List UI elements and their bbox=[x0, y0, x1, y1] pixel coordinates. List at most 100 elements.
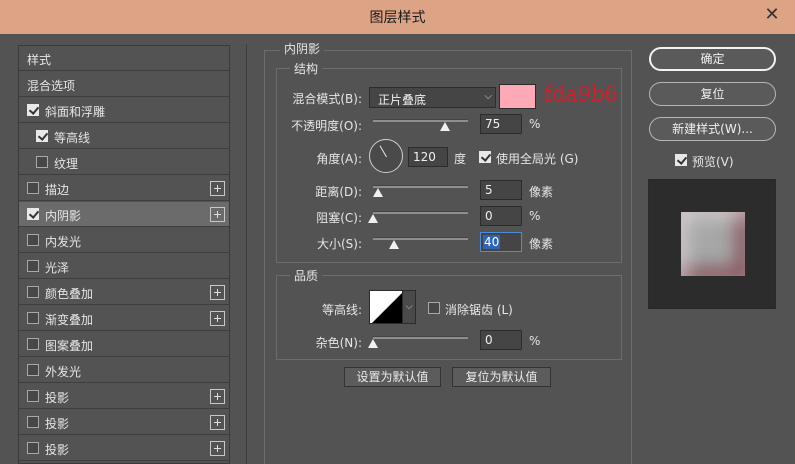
style-item-satin[interactable]: 光泽 bbox=[19, 254, 229, 279]
section-title: 内阴影 bbox=[280, 40, 325, 57]
noise-slider[interactable] bbox=[373, 336, 468, 339]
style-item-drop-shadow[interactable]: 投影 bbox=[19, 436, 229, 461]
noise-label: 杂色(N): bbox=[315, 336, 362, 350]
style-item-bevel-emboss[interactable]: 斜面和浮雕 bbox=[19, 98, 229, 123]
contour-dropdown[interactable]: ⌵ bbox=[402, 290, 416, 324]
chevron-down-icon: ⌵ bbox=[484, 91, 492, 102]
style-item-label: 描边 bbox=[45, 183, 70, 197]
bevel-emboss-checkbox[interactable] bbox=[27, 104, 39, 116]
panel-divider bbox=[246, 44, 247, 464]
add-color-overlay-icon[interactable] bbox=[210, 285, 225, 300]
style-item-label: 斜面和浮雕 bbox=[45, 105, 106, 119]
chevron-down-icon: ⌵ bbox=[405, 302, 413, 312]
size-slider[interactable] bbox=[373, 237, 468, 240]
choke-input[interactable]: 0 bbox=[480, 206, 522, 226]
contour-label: 等高线: bbox=[321, 303, 362, 317]
outer-glow-checkbox[interactable] bbox=[27, 364, 39, 376]
style-item-label: 投影 bbox=[45, 391, 70, 405]
style-item-inner-glow[interactable]: 内发光 bbox=[19, 228, 229, 253]
style-item-label: 等高线 bbox=[54, 131, 91, 145]
angle-input[interactable]: 120 bbox=[408, 147, 448, 167]
style-item-contour[interactable]: 等高线 bbox=[19, 124, 229, 149]
style-item-gradient-overlay[interactable]: 渐变叠加 bbox=[19, 306, 229, 331]
angle-dial[interactable] bbox=[369, 139, 403, 173]
drop-shadow-checkbox[interactable] bbox=[27, 442, 39, 454]
add-drop-shadow-icon[interactable] bbox=[210, 389, 225, 404]
style-item-drop-shadow[interactable]: 投影 bbox=[19, 384, 229, 409]
size-unit: 像素 bbox=[529, 237, 554, 251]
reset-button[interactable]: 复位 bbox=[649, 82, 776, 106]
choke-slider-thumb[interactable] bbox=[368, 214, 378, 223]
new-style-button[interactable]: 新建样式(W)... bbox=[649, 117, 776, 141]
pattern-overlay-checkbox[interactable] bbox=[27, 338, 39, 350]
gradient-overlay-checkbox[interactable] bbox=[27, 312, 39, 324]
preview-checkbox[interactable] bbox=[675, 154, 687, 166]
style-item-label: 内阴影 bbox=[45, 209, 82, 223]
style-preview bbox=[648, 179, 776, 309]
size-slider-thumb[interactable] bbox=[389, 240, 399, 249]
drop-shadow-checkbox[interactable] bbox=[27, 390, 39, 402]
inner-shadow-checkbox[interactable] bbox=[27, 208, 39, 220]
add-drop-shadow-icon[interactable] bbox=[210, 441, 225, 456]
noise-value: 0 bbox=[485, 333, 493, 347]
reset-default-button[interactable]: 复位为默认值 bbox=[452, 367, 551, 387]
quality-title: 品质 bbox=[290, 267, 323, 284]
style-item-label: 投影 bbox=[45, 443, 70, 457]
preview-label: 预览(V) bbox=[692, 155, 734, 169]
style-item-label: 外发光 bbox=[45, 365, 82, 379]
style-item-label: 渐变叠加 bbox=[45, 313, 94, 327]
style-item-texture[interactable]: 纹理 bbox=[19, 150, 229, 175]
blend-options-item[interactable]: 混合选项 bbox=[19, 72, 229, 97]
stroke-checkbox[interactable] bbox=[27, 182, 39, 194]
global-light-checkbox[interactable] bbox=[479, 151, 491, 163]
shadow-color-swatch[interactable] bbox=[499, 84, 536, 109]
distance-slider-thumb[interactable] bbox=[373, 188, 383, 197]
choke-slider[interactable] bbox=[373, 211, 468, 214]
opacity-unit: % bbox=[529, 117, 541, 131]
add-drop-shadow-icon[interactable] bbox=[210, 415, 225, 430]
style-item-pattern-overlay[interactable]: 图案叠加 bbox=[19, 332, 229, 357]
texture-checkbox[interactable] bbox=[36, 156, 48, 168]
distance-slider[interactable] bbox=[373, 185, 468, 188]
noise-input[interactable]: 0 bbox=[480, 330, 522, 350]
opacity-slider[interactable] bbox=[373, 119, 468, 122]
choke-unit: % bbox=[529, 209, 541, 223]
inner-glow-checkbox[interactable] bbox=[27, 234, 39, 246]
choke-label: 阻塞(C): bbox=[316, 211, 362, 225]
style-item-outer-glow[interactable]: 外发光 bbox=[19, 358, 229, 383]
blend-mode-label: 混合模式(B): bbox=[292, 92, 362, 106]
add-stroke-icon[interactable] bbox=[210, 181, 225, 196]
add-gradient-overlay-icon[interactable] bbox=[210, 311, 225, 326]
add-inner-shadow-icon[interactable] bbox=[210, 207, 225, 222]
global-light-label: 使用全局光 (G) bbox=[496, 152, 579, 166]
style-item-drop-shadow[interactable]: 投影 bbox=[19, 410, 229, 435]
color-overlay-checkbox[interactable] bbox=[27, 286, 39, 298]
size-label: 大小(S): bbox=[316, 237, 362, 251]
noise-unit: % bbox=[529, 334, 541, 348]
angle-value: 120 bbox=[413, 150, 436, 164]
satin-checkbox[interactable] bbox=[27, 260, 39, 272]
make-default-button[interactable]: 设置为默认值 bbox=[344, 367, 441, 387]
opacity-label: 不透明度(O): bbox=[291, 119, 362, 133]
style-list: 样式 混合选项 斜面和浮雕 等高线 纹理 描边 内阴影 内发光 光泽 颜色叠加 bbox=[18, 45, 230, 464]
size-input[interactable]: 40 bbox=[480, 232, 522, 252]
contour-picker[interactable] bbox=[369, 290, 403, 324]
distance-input[interactable]: 5 bbox=[480, 180, 522, 200]
style-item-stroke[interactable]: 描边 bbox=[19, 176, 229, 201]
anti-alias-checkbox[interactable] bbox=[428, 302, 440, 314]
close-icon[interactable]: ✕ bbox=[752, 2, 792, 28]
color-annotation: fda9b6 bbox=[544, 82, 618, 106]
style-item-label: 内发光 bbox=[45, 235, 82, 249]
choke-value: 0 bbox=[485, 209, 493, 223]
noise-slider-thumb[interactable] bbox=[368, 339, 378, 348]
drop-shadow-checkbox[interactable] bbox=[27, 416, 39, 428]
contour-checkbox[interactable] bbox=[36, 130, 48, 142]
opacity-slider-thumb[interactable] bbox=[440, 122, 450, 131]
style-item-label: 图案叠加 bbox=[45, 339, 94, 353]
style-item-color-overlay[interactable]: 颜色叠加 bbox=[19, 280, 229, 305]
style-item-label: 光泽 bbox=[45, 261, 70, 275]
style-item-inner-shadow[interactable]: 内阴影 bbox=[19, 202, 229, 227]
opacity-input[interactable]: 75 bbox=[480, 114, 522, 134]
ok-button[interactable]: 确定 bbox=[649, 47, 776, 71]
blend-mode-select[interactable]: 正片叠底 ⌵ bbox=[369, 87, 496, 108]
